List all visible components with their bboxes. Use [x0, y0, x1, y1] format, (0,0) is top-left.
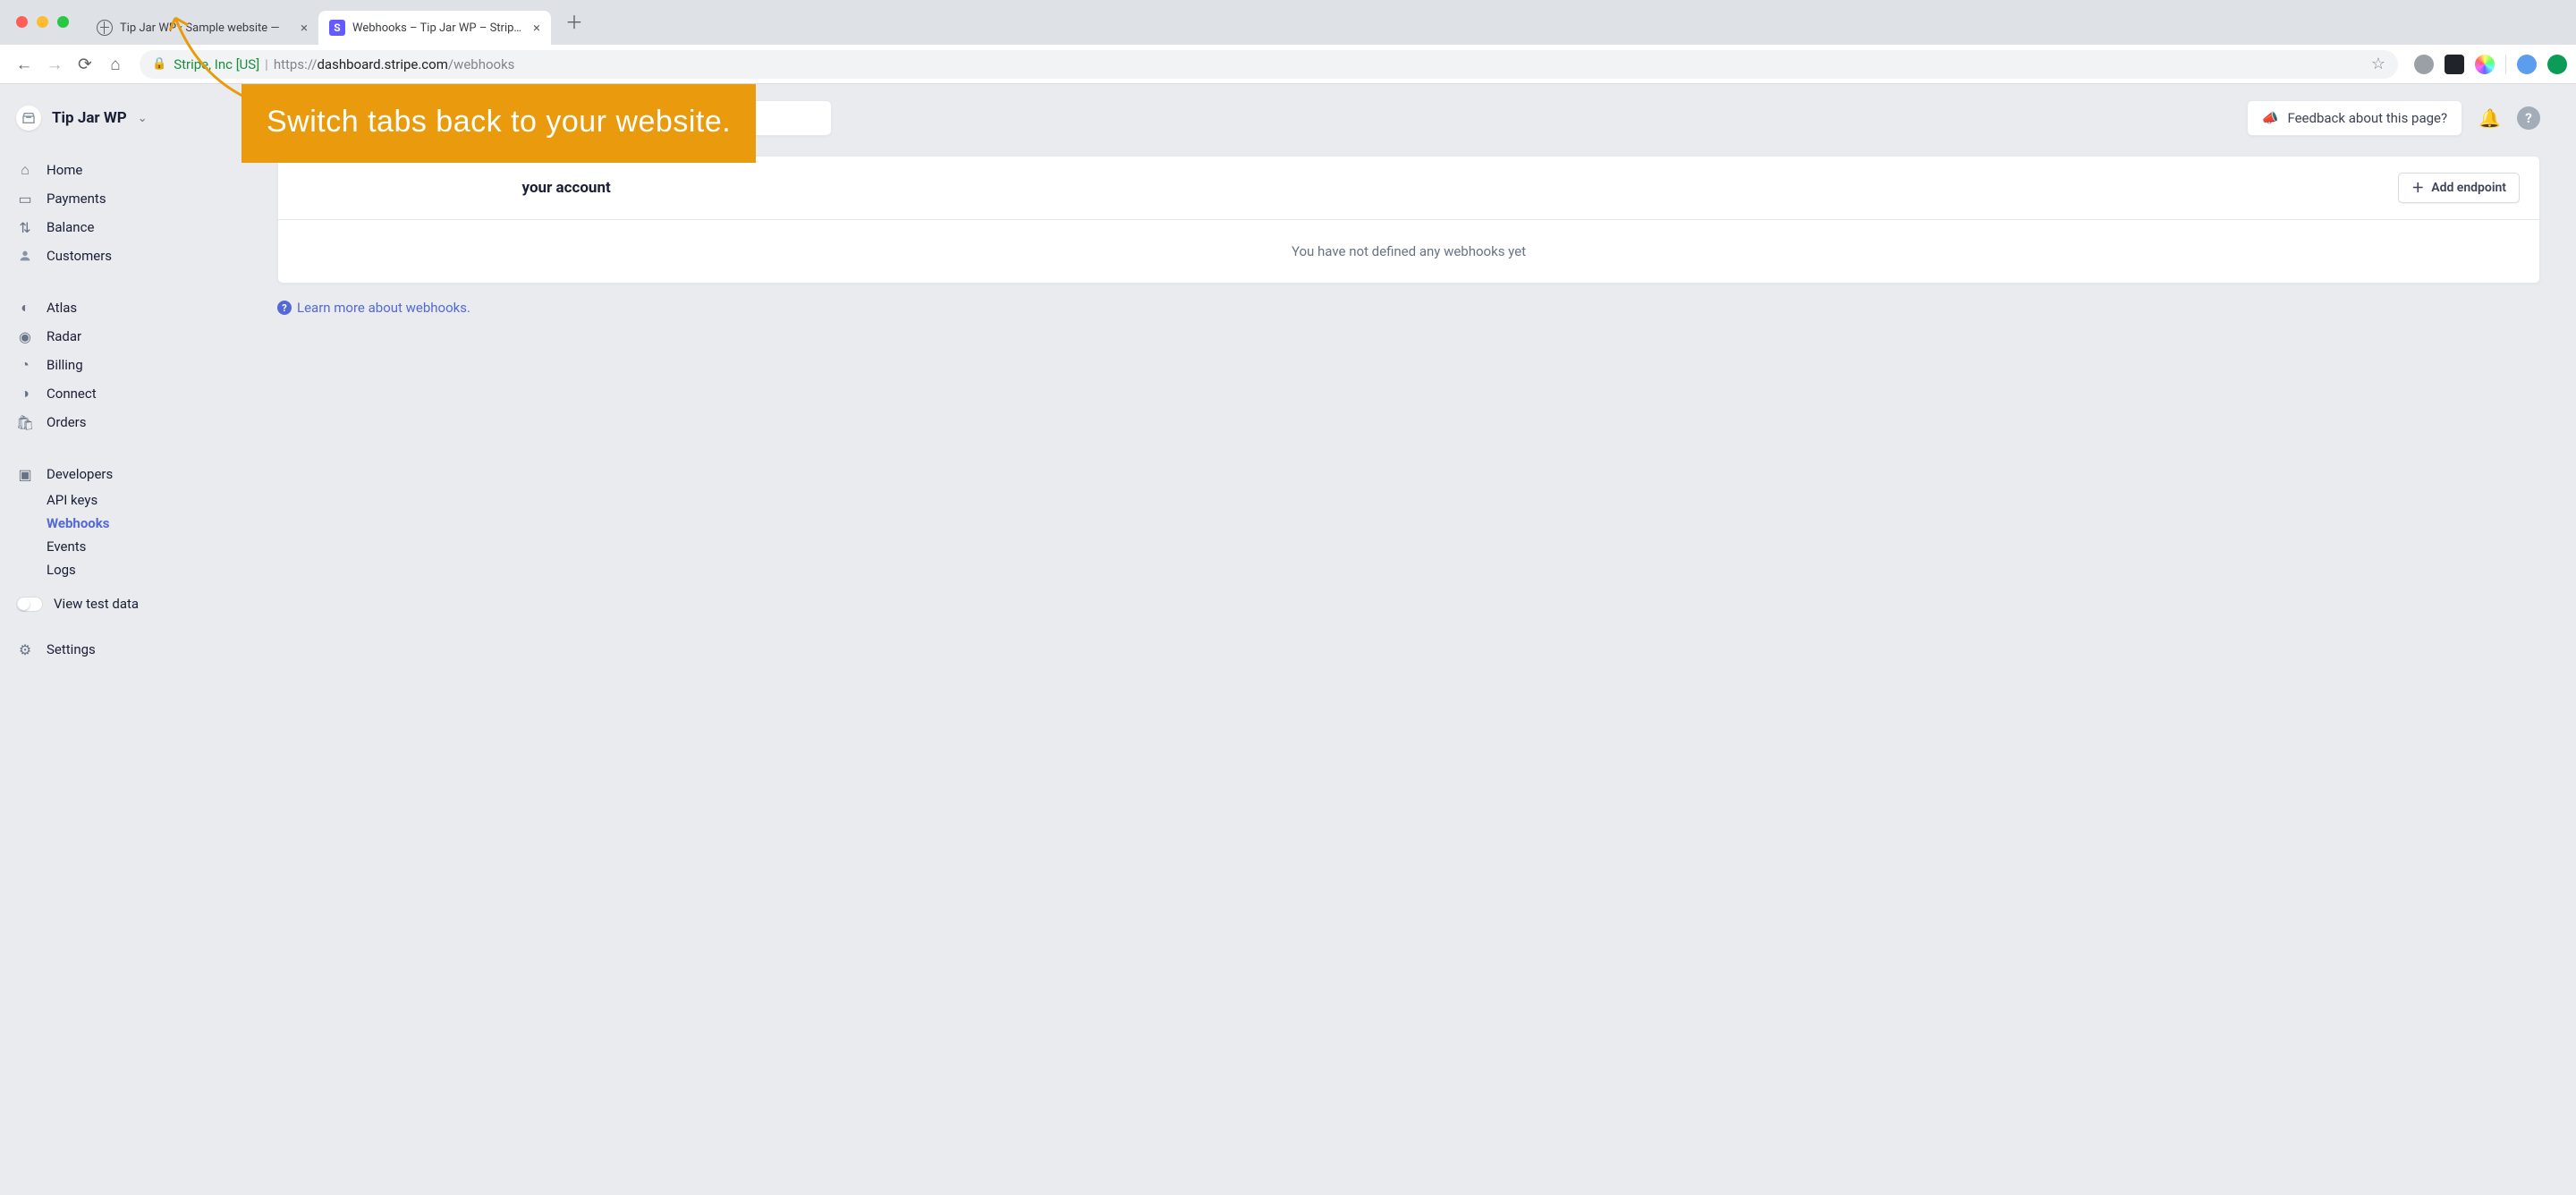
lock-icon: 🔒 [152, 57, 166, 71]
browser-tab-inactive[interactable]: Tip Jar WP ‹ Sample website — × [86, 11, 318, 45]
sidebar-item-settings[interactable]: ⚙Settings [0, 635, 242, 664]
plus-icon: ＋ [2411, 179, 2424, 197]
close-icon[interactable]: × [533, 20, 540, 36]
add-endpoint-button[interactable]: ＋ Add endpoint [2398, 173, 2520, 203]
annotation-callout: Switch tabs back to your website. [242, 84, 756, 163]
window-controls [16, 16, 69, 28]
main-content: Switch tabs back to your website. 🔍 📣 Fe… [242, 84, 2576, 1195]
transfer-icon: ⇅ [16, 218, 34, 236]
account-name: Tip Jar WP [52, 109, 127, 127]
window-zoom-icon[interactable] [57, 16, 69, 28]
gear-icon: ⚙ [16, 640, 34, 658]
terminal-icon: ▣ [16, 465, 34, 483]
address-bar[interactable]: 🔒 Stripe, Inc [US] | https://dashboard.s… [140, 50, 2398, 79]
back-button[interactable]: ← [9, 49, 39, 80]
stripe-favicon-icon: S [329, 20, 345, 36]
bookmark-icon[interactable]: ☆ [2371, 55, 2385, 73]
toggle-switch-icon[interactable] [16, 597, 43, 612]
account-switcher[interactable]: Tip Jar WP ⌄ [0, 100, 242, 147]
window-close-icon[interactable] [16, 16, 28, 28]
bell-icon[interactable]: 🔔 [2479, 107, 2501, 129]
profile-avatar-icon[interactable] [2517, 55, 2537, 74]
sidebar-item-atlas[interactable]: ◐Atlas [0, 293, 242, 322]
extension-icon[interactable] [2547, 55, 2567, 74]
question-icon: ? [277, 301, 292, 315]
sidebar-item-connect[interactable]: ◑Connect [0, 379, 242, 408]
browser-toolbar: ← → ⟳ ⌂ 🔒 Stripe, Inc [US] | https://das… [0, 45, 2576, 84]
sidebar-item-customers[interactable]: Customers [0, 242, 242, 270]
sidebar-item-home[interactable]: ⌂Home [0, 156, 242, 184]
extension-icon[interactable] [2414, 55, 2434, 74]
close-icon[interactable]: × [301, 20, 308, 36]
nav-secondary: ◐Atlas ◉Radar ◔Billing ◑Connect 🛍Orders [0, 293, 242, 436]
sidebar-item-orders[interactable]: 🛍Orders [0, 408, 242, 436]
help-icon[interactable]: ? [2517, 106, 2540, 130]
sidebar-sub-events[interactable]: Events [0, 535, 242, 558]
chevron-down-icon: ⌄ [138, 112, 148, 125]
basket-icon: 🛍 [16, 413, 34, 431]
globe-icon: ◐ [16, 299, 34, 317]
card-icon: ▭ [16, 190, 34, 208]
forward-button[interactable]: → [39, 49, 70, 80]
tab-title: Tip Jar WP ‹ Sample website — [120, 21, 295, 35]
extension-icon[interactable] [2445, 55, 2464, 74]
learn-more-link[interactable]: ? Learn more about webhooks. [277, 300, 2540, 316]
webhooks-card: Endpoints receiving events from your acc… [277, 156, 2540, 284]
cert-org: Stripe, Inc [US] [174, 56, 259, 72]
globe-icon [97, 20, 113, 36]
sidebar-sub-webhooks[interactable]: Webhooks [0, 512, 242, 535]
sidebar-sub-apikeys[interactable]: API keys [0, 488, 242, 512]
extension-icon[interactable] [2475, 55, 2495, 74]
new-tab-button[interactable]: ＋ [565, 8, 583, 38]
feedback-button[interactable]: 📣 Feedback about this page? [2247, 100, 2462, 136]
card-title: Endpoints receiving events from your acc… [298, 179, 2398, 197]
home-icon: ⌂ [16, 161, 34, 179]
store-icon [16, 106, 41, 131]
home-button[interactable]: ⌂ [100, 49, 131, 80]
tab-title: Webhooks – Tip Jar WP – Strip… [352, 21, 528, 35]
reload-button[interactable]: ⟳ [70, 49, 100, 80]
sidebar-sub-logs[interactable]: Logs [0, 558, 242, 581]
tab-strip: Tip Jar WP ‹ Sample website — × S Webhoo… [0, 0, 2576, 45]
browser-tab-active[interactable]: S Webhooks – Tip Jar WP – Strip… × [318, 11, 551, 45]
nav-primary: ⌂Home ▭Payments ⇅Balance Customers [0, 156, 242, 270]
window-minimize-icon[interactable] [37, 16, 48, 28]
sidebar-item-radar[interactable]: ◉Radar [0, 322, 242, 351]
extension-icons [2414, 55, 2567, 74]
sidebar-item-billing[interactable]: ◔Billing [0, 351, 242, 379]
person-icon [16, 247, 34, 265]
card-empty-state: You have not defined any webhooks yet [278, 220, 2539, 283]
connect-icon: ◑ [16, 385, 34, 403]
megaphone-icon: 📣 [2262, 110, 2279, 126]
cycle-icon: ◔ [16, 356, 34, 374]
browser-chrome: Tip Jar WP ‹ Sample website — × S Webhoo… [0, 0, 2576, 84]
page-body: Tip Jar WP ⌄ ⌂Home ▭Payments ⇅Balance Cu… [0, 84, 2576, 1195]
view-test-data-toggle[interactable]: View test data [0, 581, 242, 626]
card-header: Endpoints receiving events from your acc… [278, 157, 2539, 220]
sidebar-item-payments[interactable]: ▭Payments [0, 184, 242, 213]
sidebar-item-developers[interactable]: ▣Developers [0, 460, 242, 488]
sidebar: Tip Jar WP ⌄ ⌂Home ▭Payments ⇅Balance Cu… [0, 84, 242, 1195]
nav-developers: ▣Developers API keys Webhooks Events Log… [0, 460, 242, 581]
radar-icon: ◉ [16, 327, 34, 345]
sidebar-item-balance[interactable]: ⇅Balance [0, 213, 242, 242]
